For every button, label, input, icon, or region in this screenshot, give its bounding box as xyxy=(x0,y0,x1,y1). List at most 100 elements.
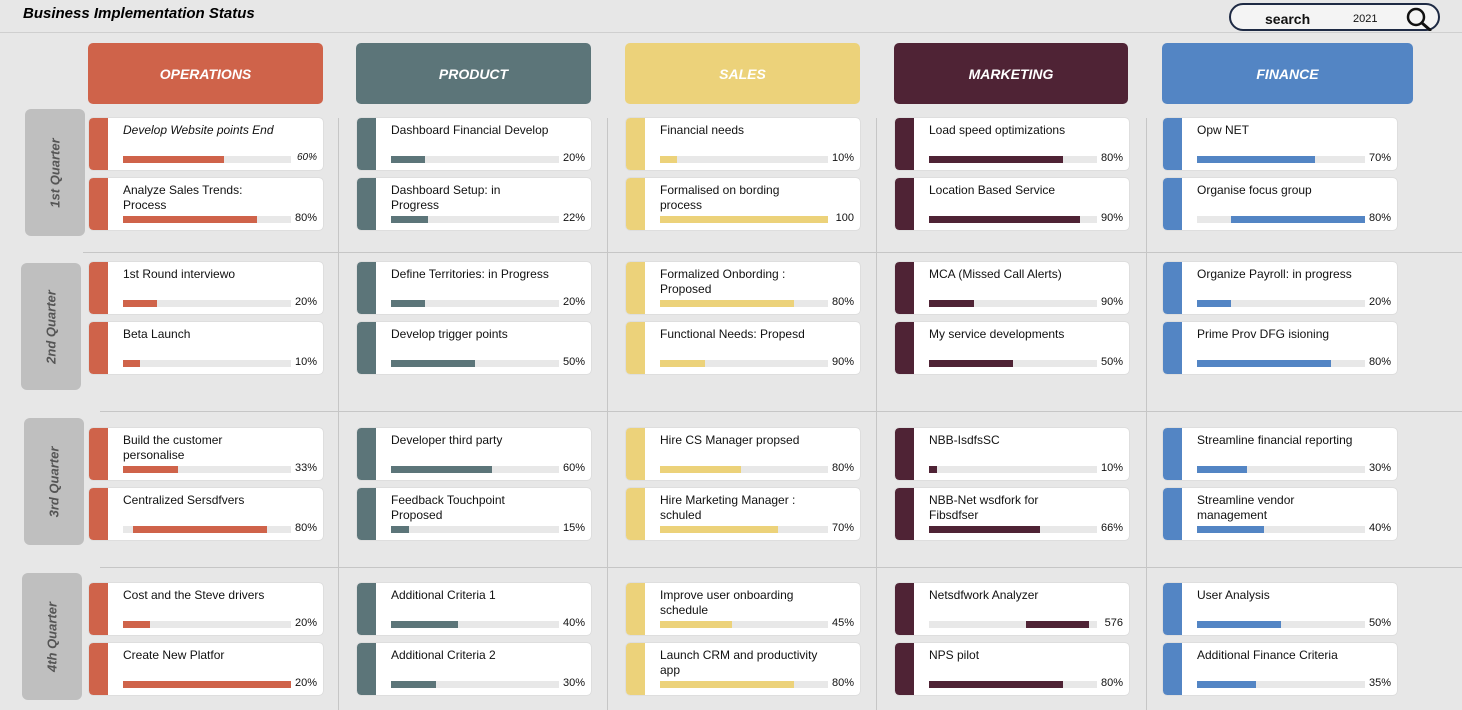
task-card[interactable]: Define Territories: in Progress 20% xyxy=(357,262,591,314)
card-accent xyxy=(626,643,645,695)
task-card[interactable]: Launch CRM and productivity app 80% xyxy=(626,643,860,695)
task-card[interactable]: Organize Payroll: in progress 20% xyxy=(1163,262,1397,314)
task-card[interactable]: Analyze Sales Trends: Process 80% xyxy=(89,178,323,230)
task-card[interactable]: Netsdfwork Analyzer 576 xyxy=(895,583,1129,635)
search-icon[interactable] xyxy=(1405,7,1433,31)
task-card[interactable]: Organise focus group 80% xyxy=(1163,178,1397,230)
quarter-label: 4th Quarter xyxy=(22,573,82,700)
card-accent xyxy=(626,322,645,374)
progress-value: 50% xyxy=(562,356,585,368)
progress-fill xyxy=(1197,466,1248,473)
progress-track xyxy=(391,681,559,688)
progress-track xyxy=(929,466,1097,473)
progress-value: 10% xyxy=(1100,462,1123,474)
task-card[interactable]: Opw NET 70% xyxy=(1163,118,1397,170)
progress-fill xyxy=(929,156,1064,163)
progress-fill xyxy=(660,466,741,473)
task-card[interactable]: Build the customer personalise 33% xyxy=(89,428,323,480)
task-card[interactable]: MCA (Missed Call Alerts) 90% xyxy=(895,262,1129,314)
task-name: Dashboard Setup: in Progress xyxy=(391,183,501,212)
search-box[interactable]: search 2021 xyxy=(1229,3,1440,31)
task-card[interactable]: Improve user onboarding schedule 45% xyxy=(626,583,860,635)
task-card[interactable]: User Analysis 50% xyxy=(1163,583,1397,635)
task-card[interactable]: Additional Finance Criteria 35% xyxy=(1163,643,1397,695)
task-card[interactable]: NPS pilot 80% xyxy=(895,643,1129,695)
progress-track xyxy=(123,466,291,473)
task-name: Formalised on bording process xyxy=(660,183,780,212)
task-card[interactable]: Additional Criteria 1 40% xyxy=(357,583,591,635)
progress-track xyxy=(123,216,291,223)
task-card[interactable]: Create New Platfor 20% xyxy=(89,643,323,695)
row-divider xyxy=(83,252,1462,253)
progress-track xyxy=(660,156,828,163)
task-name: Develop Website points End xyxy=(123,123,274,137)
task-card[interactable]: Cost and the Steve drivers 20% xyxy=(89,583,323,635)
task-name: Developer third party xyxy=(391,433,503,447)
progress-track xyxy=(1197,681,1365,688)
task-card[interactable]: NBB-IsdfsSC 10% xyxy=(895,428,1129,480)
task-card[interactable]: Hire Marketing Manager : schuled 70% xyxy=(626,488,860,540)
task-card[interactable]: Formalized Onbording : Proposed 80% xyxy=(626,262,860,314)
progress-track xyxy=(929,216,1097,223)
progress-track xyxy=(123,156,291,163)
task-card[interactable]: NBB-Net wsdfork for Fibsdfser 66% xyxy=(895,488,1129,540)
task-card[interactable]: Dashboard Financial Develop 20% xyxy=(357,118,591,170)
department-header[interactable]: OPERATIONS xyxy=(88,43,323,104)
progress-fill xyxy=(123,156,224,163)
card-accent xyxy=(1163,428,1182,480)
quarter-label-text: 2nd Quarter xyxy=(43,289,59,364)
card-accent xyxy=(89,178,108,230)
quarter-label: 2nd Quarter xyxy=(21,263,81,390)
task-card[interactable]: Location Based Service 90% xyxy=(895,178,1129,230)
quarter-label: 3rd Quarter xyxy=(24,418,84,545)
task-card[interactable]: Develop trigger points 50% xyxy=(357,322,591,374)
task-card[interactable]: My service developments 50% xyxy=(895,322,1129,374)
task-name: Cost and the Steve drivers xyxy=(123,588,265,602)
card-accent xyxy=(626,583,645,635)
progress-fill xyxy=(660,526,778,533)
progress-value: 90% xyxy=(831,356,854,368)
progress-track xyxy=(929,300,1097,307)
task-card[interactable]: Developer third party 60% xyxy=(357,428,591,480)
search-year-value[interactable]: 2021 xyxy=(1353,13,1377,25)
card-accent xyxy=(1163,262,1182,314)
progress-value: 80% xyxy=(831,677,854,689)
progress-track xyxy=(391,360,559,367)
progress-fill xyxy=(1026,621,1089,628)
task-card[interactable]: Dashboard Setup: in Progress 22% xyxy=(357,178,591,230)
card-accent xyxy=(357,262,376,314)
progress-value: 10% xyxy=(831,152,854,164)
progress-fill xyxy=(1197,621,1281,628)
task-card[interactable]: Streamline financial reporting 30% xyxy=(1163,428,1397,480)
department-header[interactable]: FINANCE xyxy=(1162,43,1413,104)
task-card[interactable]: Financial needs 10% xyxy=(626,118,860,170)
task-card[interactable]: Prime Prov DFG isioning 80% xyxy=(1163,322,1397,374)
column-divider xyxy=(338,118,339,710)
task-name: 1st Round interviewo xyxy=(123,267,236,281)
department-header[interactable]: PRODUCT xyxy=(356,43,591,104)
progress-fill xyxy=(123,300,157,307)
card-accent xyxy=(89,643,108,695)
task-card[interactable]: Develop Website points End 60% xyxy=(89,118,323,170)
task-card[interactable]: Load speed optimizations 80% xyxy=(895,118,1129,170)
task-card[interactable]: 1st Round interviewo 20% xyxy=(89,262,323,314)
task-card[interactable]: Hire CS Manager propsed 80% xyxy=(626,428,860,480)
task-card[interactable]: Additional Criteria 2 30% xyxy=(357,643,591,695)
task-card[interactable]: Feedback Touchpoint Proposed 15% xyxy=(357,488,591,540)
column-divider xyxy=(876,118,877,710)
task-card[interactable]: Centralized Sersdfvers 80% xyxy=(89,488,323,540)
card-accent xyxy=(895,428,914,480)
progress-value: 22% xyxy=(562,212,585,224)
task-card[interactable]: Functional Needs: Propesd 90% xyxy=(626,322,860,374)
task-card[interactable]: Formalised on bording process 100 xyxy=(626,178,860,230)
task-name: Dashboard Financial Develop xyxy=(391,123,549,137)
department-header[interactable]: MARKETING xyxy=(894,43,1128,104)
task-card[interactable]: Beta Launch 10% xyxy=(89,322,323,374)
task-card[interactable]: Streamline vendor management 40% xyxy=(1163,488,1397,540)
progress-value: 15% xyxy=(562,522,585,534)
department-header[interactable]: SALES xyxy=(625,43,860,104)
task-name: Define Territories: in Progress xyxy=(391,267,549,281)
progress-fill xyxy=(660,216,828,223)
card-accent xyxy=(626,262,645,314)
quarter-label-text: 3rd Quarter xyxy=(46,446,62,517)
